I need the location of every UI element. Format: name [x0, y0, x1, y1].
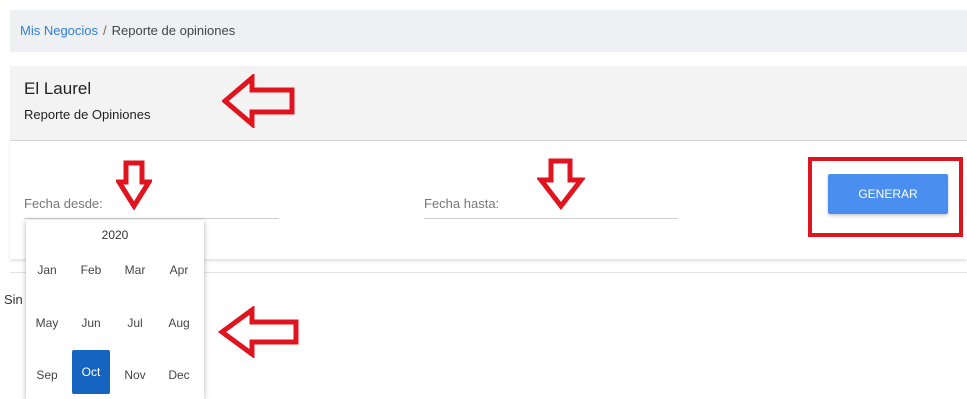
- down-arrow-annotation-date-to: [537, 158, 585, 210]
- date-from-label: Fecha desde:: [24, 196, 103, 211]
- results-text: Sin: [4, 292, 23, 307]
- month-dec[interactable]: Dec: [160, 353, 198, 397]
- month-jan[interactable]: Jan: [28, 248, 66, 292]
- report-subtitle: Reporte de Opiniones: [24, 107, 151, 122]
- date-to-label: Fecha hasta:: [424, 196, 500, 211]
- breadcrumb-separator: /: [103, 23, 107, 38]
- month-aug[interactable]: Aug: [160, 301, 198, 345]
- month-may[interactable]: May: [28, 301, 66, 345]
- month-mar[interactable]: Mar: [116, 248, 154, 292]
- month-apr[interactable]: Apr: [160, 248, 198, 292]
- date-to-underline: [424, 218, 678, 219]
- left-arrow-annotation-header: [222, 74, 295, 128]
- month-jul[interactable]: Jul: [116, 301, 154, 345]
- business-name: El Laurel: [24, 79, 92, 98]
- month-oct[interactable]: Oct: [72, 350, 110, 394]
- month-sep[interactable]: Sep: [28, 353, 66, 397]
- date-from-underline: [24, 218, 279, 219]
- left-arrow-annotation-picker: [218, 306, 299, 358]
- down-arrow-annotation-date-from: [116, 160, 152, 210]
- month-jun[interactable]: Jun: [72, 301, 110, 345]
- breadcrumb-current: Reporte de opiniones: [111, 23, 236, 38]
- breadcrumb: Mis Negocios / Reporte de opiniones: [10, 10, 967, 52]
- breadcrumb-link-mis-negocios[interactable]: Mis Negocios: [20, 23, 98, 38]
- highlight-box-generate: [808, 157, 963, 237]
- business-header: El Laurel Reporte de Opiniones: [10, 66, 967, 141]
- picker-year[interactable]: 2020: [26, 228, 204, 242]
- month-nov[interactable]: Nov: [116, 353, 154, 397]
- month-picker: 2020 Jan Feb Mar Apr May Jun Jul Aug Sep…: [26, 220, 204, 399]
- month-feb[interactable]: Feb: [72, 248, 110, 292]
